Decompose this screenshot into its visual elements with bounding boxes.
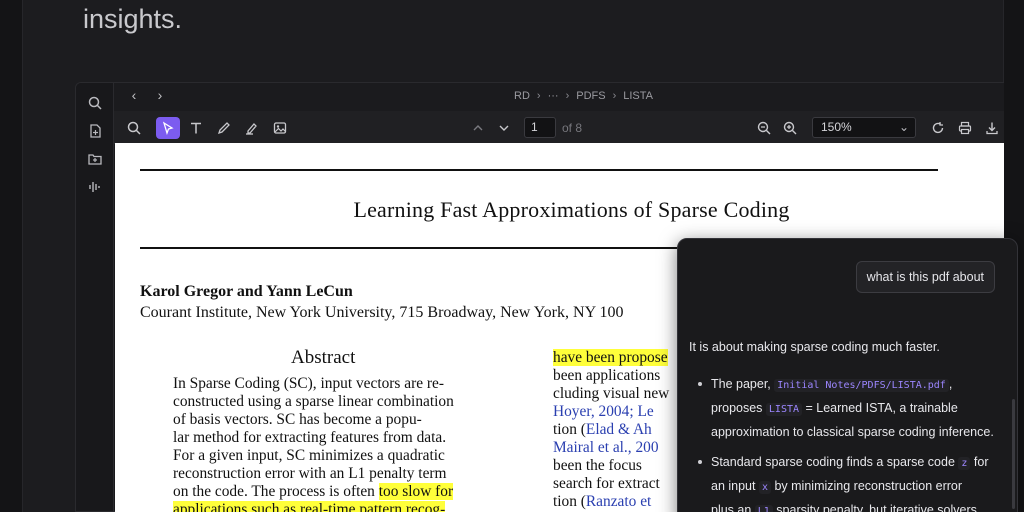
text-fragment: sparsity penalty, but iterative solvers bbox=[772, 503, 977, 512]
citation-link[interactable]: Elad & Ah bbox=[586, 421, 652, 438]
abstract-line: lar method for extracting features from … bbox=[173, 429, 447, 446]
file-path-code[interactable]: Initial Notes/PDFS/LISTA.pdf bbox=[774, 379, 949, 392]
assistant-bullets: The paper, Initial Notes/PDFS/LISTA.pdf,… bbox=[698, 373, 998, 512]
inline-code: L1 bbox=[754, 505, 773, 512]
audio-waveform-icon[interactable] bbox=[85, 177, 105, 197]
pen-icon[interactable] bbox=[212, 117, 236, 139]
inline-code: x bbox=[758, 481, 771, 494]
text-fragment: plus an bbox=[711, 503, 755, 512]
abstract-body: In Sparse Coding (SC), input vectors are… bbox=[173, 375, 493, 512]
abstract-line: reconstruction error with an L1 penalty … bbox=[173, 465, 447, 482]
left-rail bbox=[76, 83, 114, 511]
chevron-down-icon[interactable] bbox=[492, 117, 516, 139]
text-tool-icon[interactable] bbox=[184, 117, 208, 139]
user-message: what is this pdf about bbox=[855, 261, 995, 293]
text-fragment: The paper, bbox=[711, 377, 775, 391]
text-fragment: approximation to classical sparse coding… bbox=[711, 425, 994, 439]
abstract-line: on the code. The process is often too sl… bbox=[173, 483, 493, 501]
title-rule-top bbox=[140, 169, 938, 171]
highlighted-text[interactable]: too slow for bbox=[378, 483, 454, 500]
rotate-icon[interactable] bbox=[926, 117, 950, 139]
abstract-line: applications such as real-time pattern r… bbox=[173, 501, 493, 512]
abstract-line: In Sparse Coding (SC), input vectors are… bbox=[173, 375, 444, 392]
text-fragment: by minimizing reconstruction error bbox=[771, 479, 963, 493]
abstract-heading: Abstract bbox=[291, 347, 356, 368]
chevron-right-icon: › bbox=[565, 90, 570, 102]
chat-scrollbar[interactable] bbox=[1012, 399, 1015, 509]
text-fragment: tion ( bbox=[553, 421, 586, 438]
page-number-input[interactable]: 1 bbox=[524, 117, 556, 138]
forward-button[interactable]: › bbox=[152, 87, 168, 103]
zoom-in-icon[interactable] bbox=[778, 117, 802, 139]
back-button[interactable]: ‹ bbox=[126, 87, 142, 103]
image-icon[interactable] bbox=[268, 117, 292, 139]
text-fragment: proposes bbox=[711, 401, 766, 415]
breadcrumb: RD › ··· › PDFS › LISTA bbox=[514, 90, 653, 102]
list-item: The paper, Initial Notes/PDFS/LISTA.pdf,… bbox=[698, 373, 998, 444]
citation-link[interactable]: Ranzato et bbox=[586, 493, 651, 510]
breadcrumb-item[interactable]: RD bbox=[514, 90, 530, 102]
zoom-select[interactable]: 150% ⌄ bbox=[812, 117, 916, 138]
folder-icon[interactable] bbox=[85, 149, 105, 169]
highlighted-text[interactable]: have been propose bbox=[553, 349, 668, 366]
pdf-toolbar: 1 of 8 150% ⌄ bbox=[114, 111, 1004, 144]
abstract-line: of basis vectors. SC has become a popu- bbox=[173, 411, 422, 428]
text-fragment: , bbox=[948, 377, 953, 391]
abstract-line: For a given input, SC minimizes a quadra… bbox=[173, 447, 445, 464]
text-fragment: = Learned ISTA, a trainable bbox=[802, 401, 958, 415]
zoom-value: 150% bbox=[821, 120, 852, 134]
chevron-up-icon[interactable] bbox=[466, 117, 490, 139]
new-file-icon[interactable] bbox=[85, 121, 105, 141]
chevron-down-icon: ⌄ bbox=[898, 120, 909, 134]
inline-code: z bbox=[958, 457, 971, 470]
ai-chat-panel: what is this pdf about It is about makin… bbox=[677, 238, 1018, 512]
chevron-right-icon: › bbox=[612, 90, 617, 102]
abstract-text: on the code. The process is often bbox=[173, 483, 379, 500]
inline-code: LISTA bbox=[765, 403, 803, 416]
text-fragment: for bbox=[970, 455, 989, 469]
print-icon[interactable] bbox=[953, 117, 977, 139]
text-fragment: tion ( bbox=[553, 493, 586, 510]
search-icon[interactable] bbox=[85, 93, 105, 113]
download-icon[interactable] bbox=[980, 117, 1004, 139]
select-cursor-icon[interactable] bbox=[156, 117, 180, 139]
list-item: Standard sparse coding finds a sparse co… bbox=[698, 451, 998, 512]
abstract-line: constructed using a sparse linear combin… bbox=[173, 393, 454, 410]
paper-title: Learning Fast Approximations of Sparse C… bbox=[353, 197, 790, 222]
search-icon[interactable] bbox=[122, 117, 146, 139]
paper-authors: Karol Gregor and Yann LeCun bbox=[140, 283, 353, 300]
zoom-out-icon[interactable] bbox=[752, 117, 776, 139]
highlighted-text[interactable]: applications such as real-time pattern r… bbox=[173, 501, 446, 512]
paper-affiliation: Courant Institute, New York University, … bbox=[140, 304, 624, 321]
nav-bar: ‹ › RD › ··· › PDFS › LISTA bbox=[114, 83, 1004, 111]
text-fragment: an input bbox=[711, 479, 759, 493]
page-count: of 8 bbox=[562, 121, 583, 135]
highlighter-icon[interactable] bbox=[240, 117, 264, 139]
breadcrumb-item[interactable]: ··· bbox=[548, 90, 559, 102]
breadcrumb-item[interactable]: PDFS bbox=[576, 90, 605, 102]
text-fragment: Standard sparse coding finds a sparse co… bbox=[711, 455, 959, 469]
breadcrumb-item[interactable]: LISTA bbox=[623, 90, 653, 102]
page-headline: insights. bbox=[83, 4, 183, 34]
chevron-right-icon: › bbox=[536, 90, 541, 102]
assistant-intro: It is about making sparse coding much fa… bbox=[689, 340, 940, 354]
